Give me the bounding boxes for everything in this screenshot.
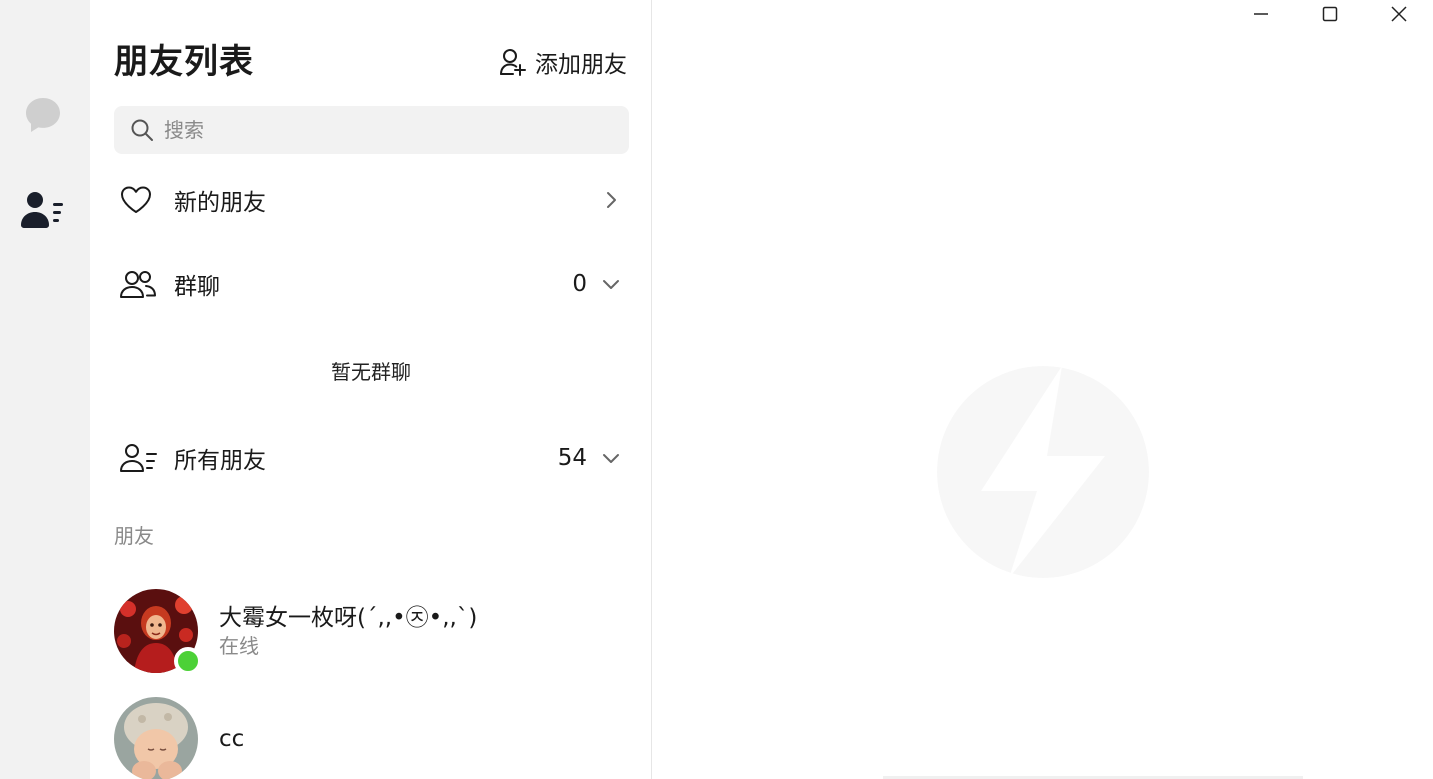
page-title: 朋友列表 (114, 42, 254, 82)
avatar-image (114, 697, 198, 779)
main-content (653, 0, 1433, 779)
chevron-right-icon (607, 192, 616, 208)
group-chats-row[interactable]: 群聊 0 (114, 258, 629, 310)
add-user-icon (500, 49, 526, 76)
search-box[interactable] (114, 106, 629, 154)
all-friends-label: 所有朋友 (174, 448, 266, 474)
maximize-icon (1322, 6, 1338, 22)
friend-list-item[interactable]: cc (114, 695, 629, 779)
group-chats-count: 0 (572, 271, 587, 297)
new-friends-row[interactable]: 新的朋友 (114, 174, 629, 226)
chat-bubble-icon (26, 98, 60, 132)
search-input[interactable] (164, 118, 604, 142)
minimize-icon (1254, 13, 1268, 15)
heart-icon (121, 186, 151, 213)
lightning-logo-icon (937, 366, 1149, 578)
close-icon (1391, 6, 1407, 22)
nav-contacts-button[interactable] (20, 186, 66, 232)
friends-section-label: 朋友 (114, 524, 154, 548)
contacts-list-icon (120, 444, 157, 472)
group-icon (120, 271, 156, 298)
friend-name: 大霉女一枚呀(´,,•㉨•,,`) (219, 605, 478, 631)
minimize-button[interactable] (1233, 0, 1289, 28)
all-friends-count: 54 (557, 445, 587, 471)
contacts-icon (21, 192, 63, 228)
online-status-dot (174, 647, 202, 675)
close-button[interactable] (1371, 0, 1427, 28)
friend-name: cc (219, 726, 245, 752)
nav-chats-button[interactable] (20, 92, 66, 138)
group-chats-label: 群聊 (174, 274, 220, 300)
add-friend-button[interactable]: 添加朋友 (499, 44, 627, 80)
new-friends-label: 新的朋友 (174, 190, 266, 216)
maximize-button[interactable] (1302, 0, 1358, 28)
friend-list-item[interactable]: 大霉女一枚呀(´,,•㉨•,,`) 在线 (114, 587, 629, 675)
friends-panel: 朋友列表 添加朋友 新的朋友 (90, 0, 652, 779)
avatar (114, 697, 198, 779)
add-friend-label: 添加朋友 (535, 52, 627, 78)
nav-rail (0, 0, 90, 779)
all-friends-row[interactable]: 所有朋友 54 (114, 432, 629, 484)
friend-status: 在线 (219, 634, 259, 658)
chevron-down-icon (603, 454, 619, 463)
chevron-down-icon (603, 280, 619, 289)
search-icon (131, 119, 153, 141)
no-groups-text: 暂无群聊 (331, 360, 411, 384)
avatar (114, 589, 202, 675)
